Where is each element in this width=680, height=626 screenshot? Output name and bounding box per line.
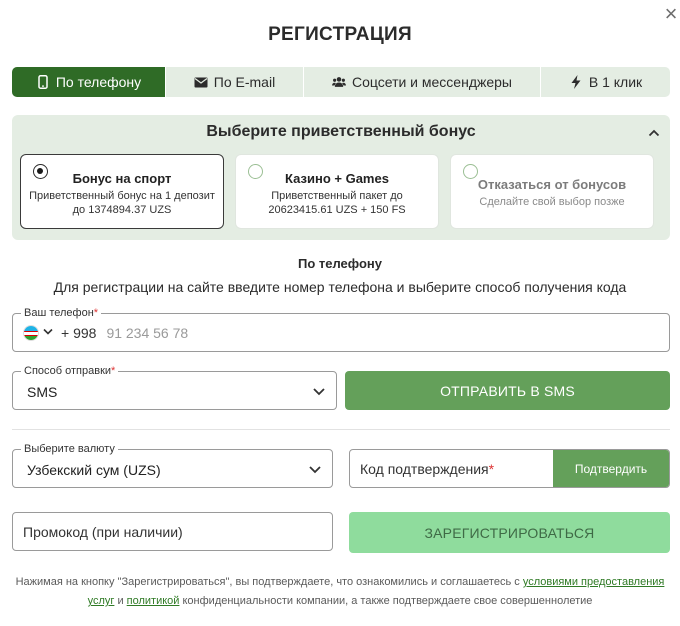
phone-field[interactable]: Ваш телефон* + 998	[12, 306, 670, 352]
bonus-option-title: Отказаться от бонусов	[477, 177, 627, 192]
chevron-down-icon	[308, 462, 322, 476]
privacy-policy-link[interactable]: политикой	[127, 595, 180, 607]
bonus-panel: Выберите приветственный бонус Бонус на с…	[12, 115, 670, 240]
bonus-option-decline[interactable]: Отказаться от бонусов Сделайте свой выбо…	[450, 154, 654, 229]
dialog-title: РЕГИСТРАЦИЯ	[268, 24, 412, 45]
tab-social[interactable]: Соцсети и мессенджеры	[304, 67, 541, 97]
confirmation-code-label: Код подтверждения*	[360, 461, 495, 477]
phone-icon	[36, 75, 50, 89]
currency-select[interactable]: Выберите валюту Узбекский сум (UZS)	[12, 442, 333, 488]
envelope-icon	[194, 75, 208, 89]
tab-label: По E-mail	[213, 74, 276, 90]
phone-label: Ваш телефон*	[21, 306, 102, 320]
bonus-option-sport[interactable]: Бонус на спорт Приветственный бонус на 1…	[20, 154, 224, 229]
confirmation-code-field[interactable]: Код подтверждения* Подтвердить	[349, 449, 670, 488]
send-method-value: SMS	[27, 384, 58, 400]
registration-tabs: По телефону По E-mail Соцсети и мессендж…	[12, 67, 670, 97]
chevron-down-icon	[312, 384, 326, 398]
bonus-title: Выберите приветственный бонус	[206, 123, 476, 140]
divider	[12, 429, 670, 430]
bonus-option-title: Казино + Games	[285, 171, 389, 186]
lightning-icon	[569, 75, 583, 89]
confirm-button[interactable]: Подтвердить	[553, 450, 669, 487]
promo-code-label: Промокод (при наличии)	[23, 524, 183, 540]
users-icon	[331, 75, 346, 89]
bonus-option-casino[interactable]: Казино + Games Приветственный пакет до 2…	[235, 154, 439, 229]
tab-one-click[interactable]: В 1 клик	[541, 67, 670, 97]
phone-input[interactable]	[106, 324, 527, 341]
tab-phone[interactable]: По телефону	[12, 67, 166, 97]
send-method-select[interactable]: Способ отправки* SMS	[12, 364, 337, 410]
bonus-option-title: Бонус на спорт	[72, 171, 172, 186]
chevron-up-icon[interactable]	[648, 126, 660, 140]
section-description: Для регистрации на сайте введите номер т…	[53, 279, 627, 295]
close-icon[interactable]: ×	[662, 3, 680, 25]
tab-email[interactable]: По E-mail	[166, 67, 304, 97]
uzbekistan-flag-icon[interactable]	[23, 324, 39, 341]
currency-value: Узбекский сум (UZS)	[27, 462, 161, 478]
send-sms-button[interactable]: ОТПРАВИТЬ В SMS	[345, 371, 670, 410]
bonus-option-desc: Приветственный пакет до 20623415.61 UZS …	[268, 190, 406, 216]
bonus-option-desc: Сделайте свой выбор позже	[479, 196, 625, 208]
tab-label: В 1 клик	[588, 74, 643, 90]
chevron-down-icon[interactable]	[43, 327, 53, 338]
tab-label: Соцсети и мессенджеры	[351, 74, 512, 90]
legal-text: Нажимая на кнопку "Зарегистрироваться", …	[15, 576, 665, 607]
promo-code-input[interactable]: Промокод (при наличии)	[12, 512, 333, 551]
country-code: + 998	[61, 324, 97, 341]
bonus-option-desc: Приветственный бонус на 1 депозит до 137…	[29, 190, 215, 216]
section-title: По телефону	[297, 256, 383, 271]
tab-label: По телефону	[55, 74, 142, 90]
register-button[interactable]: ЗАРЕГИСТРИРОВАТЬСЯ	[349, 512, 670, 553]
send-method-label: Способ отправки*	[21, 364, 119, 378]
currency-label: Выберите валюту	[21, 442, 118, 456]
